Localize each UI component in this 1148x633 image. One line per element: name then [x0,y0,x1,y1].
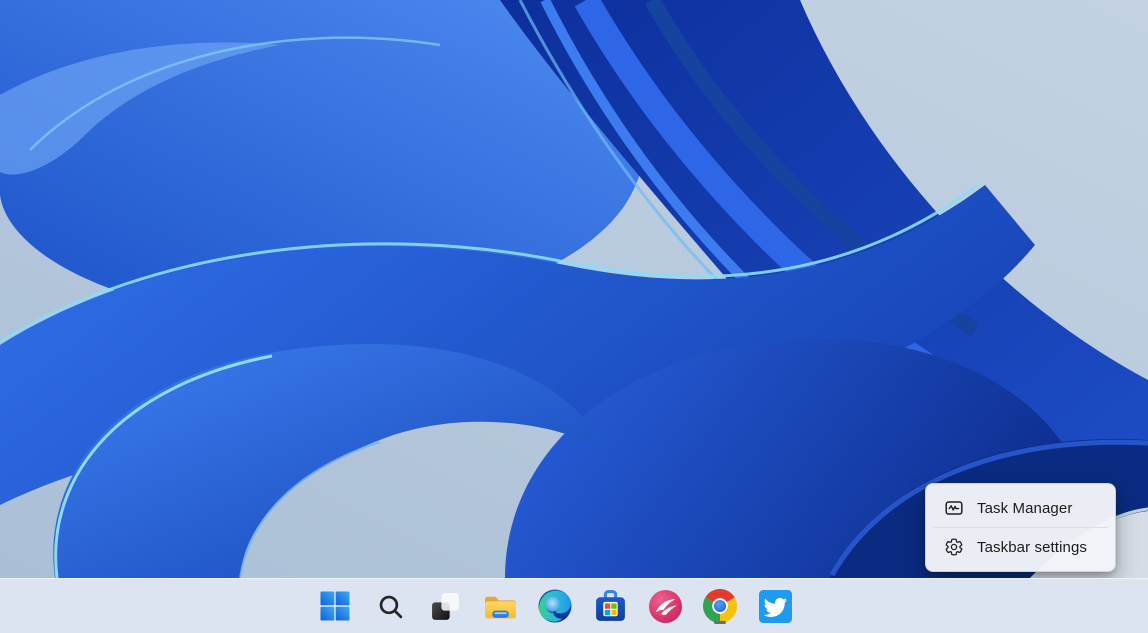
task-manager-icon [944,498,964,518]
taskbar-context-menu: Task Manager Taskbar settings [925,483,1116,572]
store-bag-icon [593,589,628,624]
taskbar-edge-button[interactable] [535,586,575,626]
menu-item-taskbar-settings[interactable]: Taskbar settings [931,528,1110,566]
folder-icon [483,591,518,621]
taskbar-microsoft-store-button[interactable] [590,586,630,626]
gear-icon [944,537,964,557]
pink-feather-app-icon [648,589,683,624]
menu-item-task-manager[interactable]: Task Manager [931,489,1110,527]
windows-start-icon [320,591,350,621]
taskbar-file-explorer-button[interactable] [480,586,520,626]
task-view-icon [430,591,461,622]
chrome-running-indicator [714,621,726,624]
search-icon [377,593,404,620]
taskbar-icon-row [315,586,795,626]
taskbar[interactable] [0,578,1148,633]
menu-item-label: Task Manager [977,500,1072,517]
taskbar-search-button[interactable] [370,586,410,626]
taskbar-chrome-button[interactable] [700,586,740,626]
edge-browser-icon [538,589,572,623]
taskbar-task-view-button[interactable] [425,586,465,626]
menu-item-label: Taskbar settings [977,539,1087,556]
taskbar-start-button[interactable] [315,586,355,626]
twitter-bird-icon [759,590,792,623]
taskbar-feather-app-button[interactable] [645,586,685,626]
chrome-browser-icon [703,589,737,623]
taskbar-twitter-button[interactable] [755,586,795,626]
